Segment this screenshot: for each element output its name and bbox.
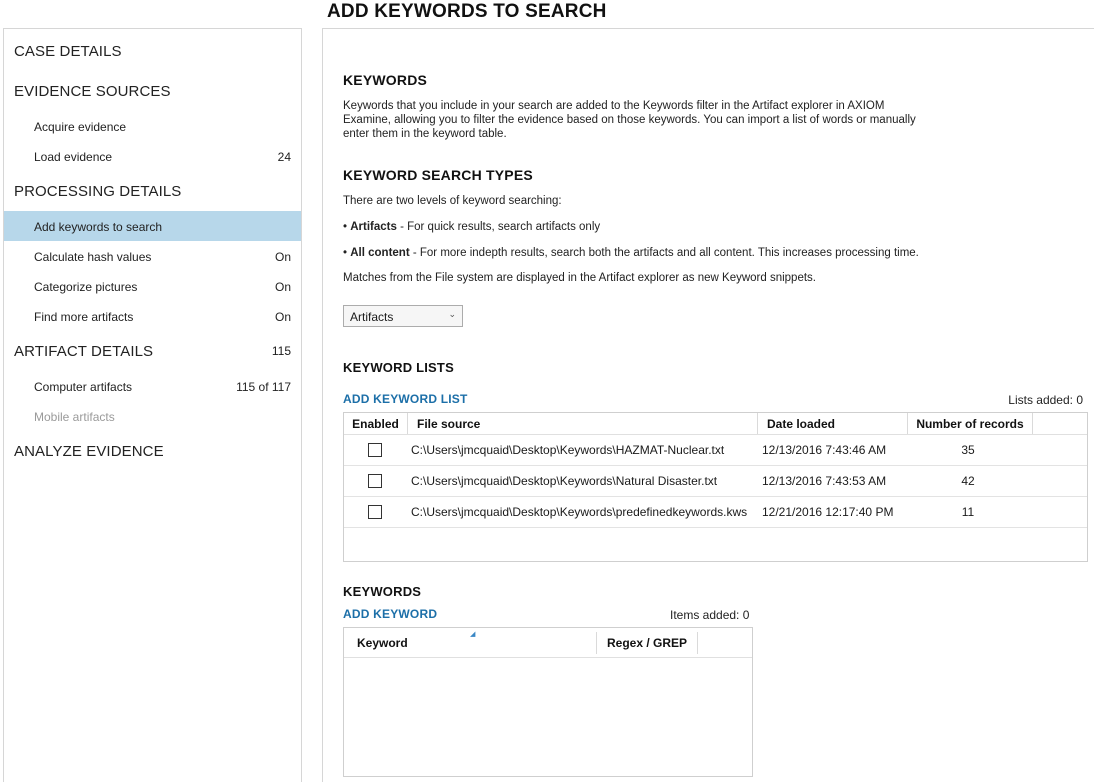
chevron-down-icon: ⌄ <box>448 309 456 319</box>
sidebar-item-label: Find more artifacts <box>34 310 134 324</box>
header-divider <box>344 657 752 658</box>
file-source-cell: C:\Users\jmcquaid\Desktop\Keywords\HAZMA… <box>411 443 725 457</box>
sidebar-item-mobile-artifacts: Mobile artifacts <box>4 401 301 431</box>
page-title: ADD KEYWORDS TO SEARCH <box>327 1 607 22</box>
sidebar-item-label: Computer artifacts <box>34 380 133 394</box>
enabled-checkbox[interactable] <box>368 443 382 457</box>
records-cell: 42 <box>961 474 975 488</box>
sidebar-item-label: Calculate hash values <box>34 250 152 264</box>
keywords-section-heading: KEYWORDS <box>343 584 422 599</box>
search-type-dropdown[interactable]: Artifacts ⌄ <box>343 305 463 327</box>
sidebar-item-count: 115 of 117 <box>236 380 291 394</box>
search-levels-text: There are two levels of keyword searchin… <box>343 195 562 207</box>
matches-text: Matches from the File system are display… <box>343 272 816 284</box>
sidebar-item-calculate-hash[interactable]: Calculate hash values On <box>4 241 301 271</box>
sidebar-item-status: On <box>274 250 291 264</box>
allcontent-label: All content <box>350 247 410 259</box>
table-row[interactable]: C:\Users\jmcquaid\Desktop\Keywords\prede… <box>344 497 1087 528</box>
table-row[interactable]: C:\Users\jmcquaid\Desktop\Keywords\Natur… <box>344 466 1087 497</box>
keyword-lists-heading: KEYWORD LISTS <box>343 360 454 375</box>
date-loaded-cell: 12/13/2016 7:43:53 AM <box>762 474 887 488</box>
sidebar-case-details[interactable]: CASE DETAILS <box>14 43 122 60</box>
column-header-number-of-records[interactable]: Number of records <box>908 413 1033 435</box>
sidebar-item-label: Categorize pictures <box>34 280 138 294</box>
artifacts-description: - For quick results, search artifacts on… <box>396 221 601 233</box>
column-header-file-source[interactable]: File source <box>408 413 758 435</box>
enabled-checkbox[interactable] <box>368 505 382 519</box>
sidebar-item-status: On <box>274 280 291 294</box>
sidebar-item-acquire-evidence[interactable]: Acquire evidence <box>4 111 301 141</box>
sidebar-item-categorize-pictures[interactable]: Categorize pictures On <box>4 271 301 301</box>
sidebar-analyze-evidence[interactable]: ANALYZE EVIDENCE <box>14 443 164 460</box>
lists-added-count: Lists added: 0 <box>1008 393 1083 407</box>
records-cell: 11 <box>961 505 975 519</box>
sidebar-evidence-sources[interactable]: EVIDENCE SOURCES <box>14 83 171 100</box>
add-keyword-link[interactable]: ADD KEYWORD <box>343 607 437 621</box>
column-header-date-loaded[interactable]: Date loaded <box>758 413 908 435</box>
sidebar-item-find-more-artifacts[interactable]: Find more artifacts On <box>4 301 301 331</box>
artifacts-label: Artifacts <box>350 221 397 233</box>
file-source-cell: C:\Users\jmcquaid\Desktop\Keywords\Natur… <box>411 474 718 488</box>
sidebar-nav: CASE DETAILS EVIDENCE SOURCES Acquire ev… <box>3 28 302 782</box>
add-keyword-list-link[interactable]: ADD KEYWORD LIST <box>343 392 468 406</box>
sidebar-item-count: 24 <box>277 150 291 164</box>
keywords-description-line-2: Examine, allowing you to filter the evid… <box>343 114 916 126</box>
items-added-count: Items added: 0 <box>670 608 750 622</box>
sidebar-item-status: On <box>274 310 291 324</box>
file-source-cell: C:\Users\jmcquaid\Desktop\Keywords\prede… <box>411 505 748 519</box>
keywords-heading: KEYWORDS <box>343 72 428 88</box>
search-types-heading: KEYWORD SEARCH TYPES <box>343 167 533 183</box>
date-loaded-cell: 12/13/2016 7:43:46 AM <box>762 443 887 457</box>
sidebar-artifact-count: 115 <box>271 344 291 358</box>
keywords-description-line-1: Keywords that you include in your search… <box>343 100 885 112</box>
sidebar-item-load-evidence[interactable]: Load evidence 24 <box>4 141 301 171</box>
artifacts-option-text: • Artifacts - For quick results, search … <box>343 221 601 233</box>
sidebar-item-add-keywords[interactable]: Add keywords to search <box>4 211 301 241</box>
column-header-enabled[interactable]: Enabled <box>344 413 408 435</box>
sidebar-item-computer-artifacts[interactable]: Computer artifacts 115 of 117 <box>4 371 301 401</box>
dropdown-selected-value: Artifacts <box>350 310 394 324</box>
allcontent-option-text: • All content - For more indepth results… <box>343 247 919 259</box>
sidebar-item-label: Mobile artifacts <box>34 410 115 424</box>
keywords-table: ◢ Keyword Regex / GREP <box>343 627 753 777</box>
keyword-lists-table: Enabled File source Date loaded Number o… <box>343 412 1088 562</box>
sidebar-item-label: Add keywords to search <box>34 220 163 234</box>
table-row[interactable]: C:\Users\jmcquaid\Desktop\Keywords\HAZMA… <box>344 435 1087 466</box>
column-header-regex-grep[interactable]: Regex / GREP <box>597 632 698 654</box>
records-cell: 35 <box>961 443 975 457</box>
sidebar-item-label: Load evidence <box>34 150 113 164</box>
column-header-keyword[interactable]: Keyword <box>344 632 597 654</box>
allcontent-description: - For more indepth results, search both … <box>409 247 919 259</box>
keywords-description-line-3: enter them in the keyword table. <box>343 128 507 140</box>
enabled-checkbox[interactable] <box>368 474 382 488</box>
sidebar-processing-details[interactable]: PROCESSING DETAILS <box>14 183 181 200</box>
date-loaded-cell: 12/21/2016 12:17:40 PM <box>762 505 894 519</box>
sidebar-artifact-details[interactable]: ARTIFACT DETAILS <box>14 343 153 360</box>
sidebar-item-label: Acquire evidence <box>34 120 127 134</box>
